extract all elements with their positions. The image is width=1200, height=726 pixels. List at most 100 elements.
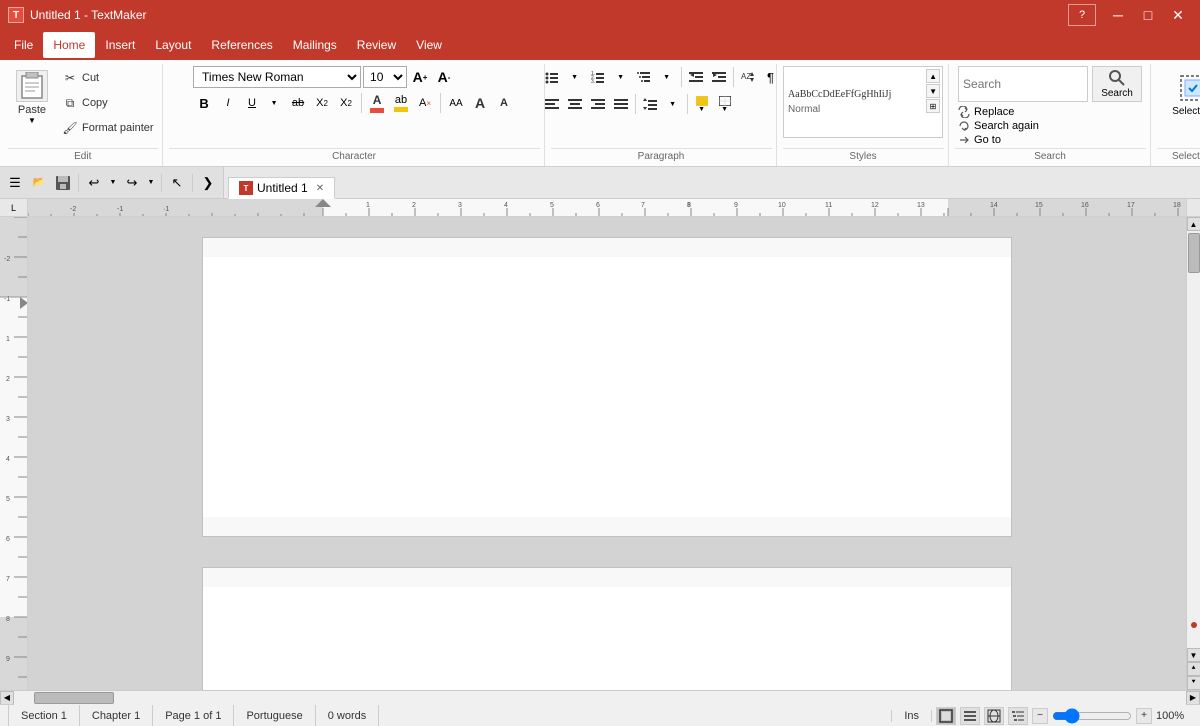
copy-button[interactable]: ⧉ Copy	[58, 91, 158, 115]
page-2[interactable]	[202, 587, 1012, 690]
menu-insert[interactable]: Insert	[95, 32, 145, 58]
close-button[interactable]: ✕	[1164, 4, 1192, 26]
justify-button[interactable]	[610, 93, 632, 115]
minimize-button[interactable]: ─	[1104, 4, 1132, 26]
hscroll-track[interactable]	[14, 691, 1186, 705]
text-grow-button[interactable]: A	[469, 92, 491, 114]
styles-down-arrow[interactable]: ▼	[926, 84, 940, 98]
menu-layout[interactable]: Layout	[145, 32, 201, 58]
zoom-out-button[interactable]: −	[1032, 708, 1048, 724]
border-button[interactable]: ▼	[714, 92, 736, 116]
search-input[interactable]	[958, 66, 1088, 102]
language-status: Portuguese	[234, 705, 315, 726]
align-center-button[interactable]	[564, 93, 586, 115]
align-right-button[interactable]	[587, 93, 609, 115]
bullets-dropdown[interactable]: ▼	[564, 66, 586, 88]
insert-mode-status: Ins	[891, 710, 932, 722]
styles-more-arrow[interactable]: ⊞	[926, 99, 940, 113]
svg-text:AZ: AZ	[741, 72, 751, 81]
underline-button[interactable]: U	[241, 92, 263, 114]
scroll-up-button[interactable]: ▲	[1187, 217, 1200, 231]
font-name-select[interactable]: Times New Roman	[193, 66, 361, 88]
outline-view-button[interactable]	[1008, 707, 1028, 725]
scroll-extra-down[interactable]: ⯆	[1187, 676, 1200, 690]
open-button[interactable]: 📂	[28, 172, 50, 194]
menu-file[interactable]: File	[4, 32, 43, 58]
menu-review[interactable]: Review	[347, 32, 406, 58]
font-color-button[interactable]: A	[366, 91, 388, 115]
save-button[interactable]	[52, 172, 74, 194]
maximize-button[interactable]: □	[1134, 4, 1162, 26]
zoom-slider[interactable]	[1052, 708, 1132, 724]
numbering-button[interactable]: 1. 2. 3.	[587, 66, 609, 88]
multilevel-button[interactable]	[633, 66, 655, 88]
print-view-button[interactable]	[936, 707, 956, 725]
text-shrink-button[interactable]: A	[493, 92, 515, 114]
shrink-font-button[interactable]: A-	[433, 66, 455, 88]
styles-scroll: ▲ ▼ ⊞	[926, 69, 940, 113]
bold-button[interactable]: B	[193, 92, 215, 114]
styles-up-arrow[interactable]: ▲	[926, 69, 940, 83]
grow-font-button[interactable]: A+	[409, 66, 431, 88]
char-separator2	[440, 93, 441, 113]
menu-view[interactable]: View	[406, 32, 452, 58]
hscroll-left-button[interactable]: ◀	[0, 691, 14, 705]
goto-button[interactable]: Go to	[958, 134, 1039, 146]
document-tab[interactable]: T Untitled 1 ✕	[228, 177, 335, 199]
sort-button[interactable]: AZ	[737, 66, 759, 88]
superscript-button[interactable]: X2	[335, 92, 357, 114]
paste-button[interactable]: Paste ▼	[8, 66, 56, 129]
subscript-button[interactable]: X2	[311, 92, 333, 114]
redo-button[interactable]: ↪	[121, 172, 143, 194]
italic-button[interactable]: I	[217, 92, 239, 114]
line-spacing-button[interactable]	[639, 93, 661, 115]
more-button[interactable]: ❯	[197, 172, 219, 194]
menu-mailings[interactable]: Mailings	[283, 32, 347, 58]
highlight-button[interactable]: ab	[390, 91, 412, 115]
tab-close-button[interactable]: ✕	[316, 183, 324, 194]
menu-home[interactable]: Home	[43, 32, 95, 58]
increase-indent-button[interactable]	[708, 66, 730, 88]
pointer-button[interactable]: ↖	[166, 172, 188, 194]
format-painter-button[interactable]: 🖌 Format painter	[58, 116, 158, 140]
zoom-in-button[interactable]: +	[1136, 708, 1152, 724]
text-uppercase-button[interactable]: AA	[445, 92, 467, 114]
underline-dropdown[interactable]: ▼	[263, 92, 285, 114]
content-area[interactable]	[28, 217, 1186, 690]
help-button[interactable]: ?	[1068, 4, 1096, 26]
decrease-indent-button[interactable]	[685, 66, 707, 88]
undo-button[interactable]: ↩	[83, 172, 105, 194]
search-button[interactable]: Search	[1092, 66, 1142, 102]
svg-text:18: 18	[1173, 202, 1181, 209]
scroll-extra-up[interactable]: ⯅	[1187, 662, 1200, 676]
numbering-dropdown[interactable]: ▼	[610, 66, 632, 88]
strikethrough-button[interactable]: ab	[287, 92, 309, 114]
hscroll-thumb[interactable]	[34, 692, 114, 704]
clipboard-group-label: Edit	[8, 148, 158, 164]
select-all-button[interactable]: Select all	[1164, 66, 1200, 121]
scroll-thumb[interactable]	[1188, 233, 1200, 273]
cut-button[interactable]: ✂ Cut	[58, 66, 158, 90]
scroll-down-button[interactable]: ▼	[1187, 648, 1200, 662]
clear-format-button[interactable]: A×	[414, 92, 436, 114]
page-1[interactable]	[202, 257, 1012, 517]
scroll-track[interactable]	[1187, 231, 1200, 648]
styles-preview[interactable]: AaBbCcDdEeFfGgHhIiJj Normal ▲ ▼ ⊞	[783, 66, 943, 138]
new-doc-button[interactable]: ☰	[4, 172, 26, 194]
draft-view-button[interactable]	[960, 707, 980, 725]
svg-text:9: 9	[734, 202, 738, 209]
hscroll-right-button[interactable]: ▶	[1186, 691, 1200, 705]
web-view-button[interactable]	[984, 707, 1004, 725]
replace-button[interactable]: Replace	[958, 106, 1039, 118]
redo-dropdown[interactable]: ▼	[145, 172, 157, 194]
search-again-button[interactable]: Search again	[958, 120, 1039, 132]
align-left-button[interactable]	[541, 93, 563, 115]
ruler-corner[interactable]: L	[0, 199, 28, 217]
undo-dropdown[interactable]: ▼	[107, 172, 119, 194]
menu-references[interactable]: References	[201, 32, 282, 58]
line-spacing-dropdown[interactable]: ▼	[662, 93, 684, 115]
shading-button[interactable]: ▼	[691, 92, 713, 116]
multilevel-dropdown[interactable]: ▼	[656, 66, 678, 88]
font-size-select[interactable]: 10	[363, 66, 407, 88]
bullets-button[interactable]	[541, 66, 563, 88]
